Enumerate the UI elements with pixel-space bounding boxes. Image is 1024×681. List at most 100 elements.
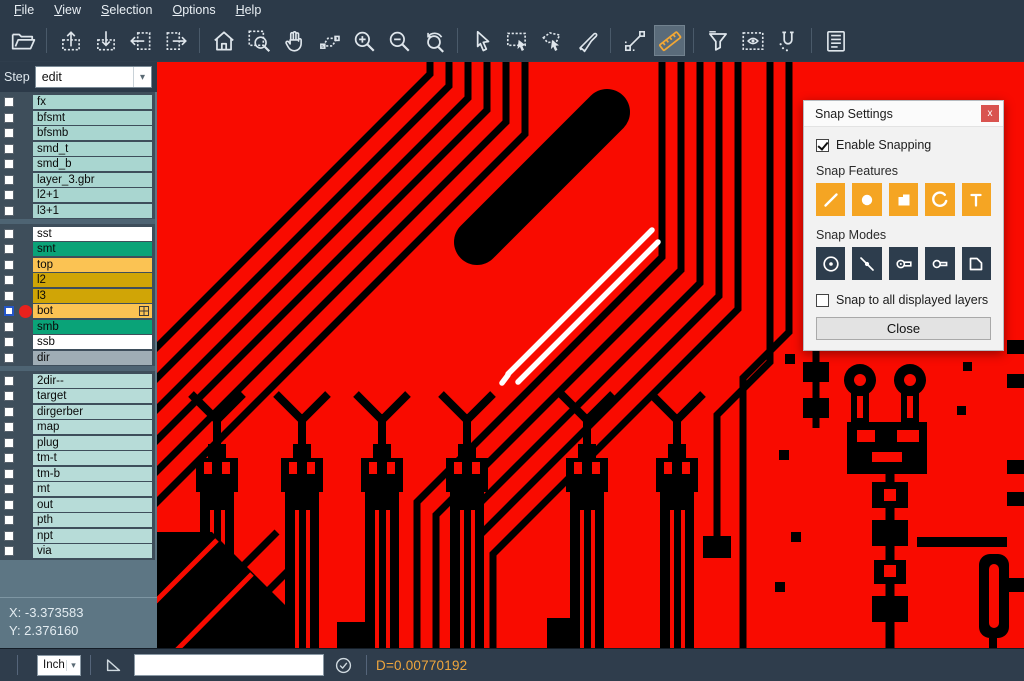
layer-visibility-checkbox[interactable] — [4, 353, 14, 363]
home-view-button[interactable] — [208, 25, 239, 56]
layer-row-pth[interactable]: pth — [0, 513, 155, 527]
layer-row-tm-b[interactable]: tm-b — [0, 467, 155, 481]
layer-visibility-checkbox[interactable] — [4, 453, 14, 463]
measure-distance-button[interactable] — [619, 25, 650, 56]
close-button[interactable]: Close — [816, 317, 991, 340]
layer-row-via[interactable]: via — [0, 544, 155, 558]
layer-visibility-checkbox[interactable] — [4, 275, 14, 285]
clean-brush-button[interactable] — [571, 25, 602, 56]
layer-visibility-checkbox[interactable] — [4, 531, 14, 541]
layer-visibility-checkbox[interactable] — [4, 337, 14, 347]
filter-button[interactable] — [702, 25, 733, 56]
pan-hand-button[interactable] — [278, 25, 309, 56]
layer-row-plug[interactable]: plug — [0, 436, 155, 450]
snap-mode-pad-outline-button[interactable] — [925, 247, 954, 280]
menu-item-view[interactable]: View — [44, 1, 91, 20]
move-polygon-button[interactable] — [313, 25, 344, 56]
dialog-title-bar[interactable]: Snap Settings x — [804, 101, 1003, 127]
layer-row-layer_3.gbr[interactable]: layer_3.gbr — [0, 173, 155, 187]
layer-visibility-checkbox[interactable] — [4, 128, 14, 138]
layer-row-smd_b[interactable]: smd_b — [0, 157, 155, 171]
snap-mode-center-button[interactable] — [816, 247, 845, 280]
layer-row-l2[interactable]: l2 — [0, 273, 155, 287]
layer-visibility-checkbox[interactable] — [4, 291, 14, 301]
zoom-window-button[interactable] — [243, 25, 274, 56]
layer-visibility-checkbox[interactable] — [4, 546, 14, 556]
report-button[interactable] — [820, 25, 851, 56]
layer-visibility-checkbox[interactable] — [4, 206, 14, 216]
select-polygon-button[interactable] — [536, 25, 567, 56]
layer-row-sst[interactable]: sst — [0, 227, 155, 241]
layer-visibility-checkbox[interactable] — [4, 407, 14, 417]
layer-visibility-checkbox[interactable] — [4, 438, 14, 448]
layer-row-ssb[interactable]: ssb — [0, 335, 155, 349]
import-right-button[interactable] — [160, 25, 191, 56]
layer-row-smb[interactable]: smb — [0, 320, 155, 334]
layer-visibility-checkbox[interactable] — [4, 515, 14, 525]
layer-row-dir[interactable]: dir — [0, 351, 155, 365]
import-bottom-button[interactable] — [90, 25, 121, 56]
import-top-button[interactable] — [55, 25, 86, 56]
layer-row-mt[interactable]: mt — [0, 482, 155, 496]
layer-visibility-checkbox[interactable] — [4, 484, 14, 494]
menu-item-help[interactable]: Help — [226, 1, 272, 20]
enable-snapping-checkbox[interactable]: Enable Snapping — [816, 138, 991, 152]
layer-row-top[interactable]: top — [0, 258, 155, 272]
layer-visibility-checkbox[interactable] — [4, 306, 14, 316]
menu-item-file[interactable]: File — [4, 1, 44, 20]
unit-select[interactable]: Inch ▾ — [37, 655, 81, 676]
layer-row-smt[interactable]: smt — [0, 242, 155, 256]
layer-row-fx[interactable]: fx — [0, 95, 155, 109]
select-rectangle-button[interactable] — [501, 25, 532, 56]
snap-mode-pad-entry-button[interactable] — [889, 247, 918, 280]
layer-row-map[interactable]: map — [0, 420, 155, 434]
snap-magnet-button[interactable] — [772, 25, 803, 56]
layer-row-l2+1[interactable]: l2+1 — [0, 188, 155, 202]
step-select[interactable]: edit ▾ — [35, 66, 152, 88]
snap-feature-line-button[interactable] — [816, 183, 845, 216]
view-region-button[interactable] — [737, 25, 768, 56]
layer-visibility-checkbox[interactable] — [4, 113, 14, 123]
snap-feature-text-button[interactable] — [962, 183, 991, 216]
layer-visibility-checkbox[interactable] — [4, 322, 14, 332]
zoom-out-button[interactable] — [383, 25, 414, 56]
layer-row-out[interactable]: out — [0, 498, 155, 512]
snap-all-layers-checkbox[interactable]: Snap to all displayed layers — [816, 293, 991, 307]
layer-row-dirgerber[interactable]: dirgerber — [0, 405, 155, 419]
snap-mode-corner-button[interactable] — [962, 247, 991, 280]
layer-visibility-checkbox[interactable] — [4, 391, 14, 401]
zoom-previous-button[interactable] — [418, 25, 449, 56]
apply-check-icon[interactable] — [334, 656, 353, 675]
layer-row-smd_t[interactable]: smd_t — [0, 142, 155, 156]
layer-row-tm-t[interactable]: tm-t — [0, 451, 155, 465]
layer-visibility-checkbox[interactable] — [4, 376, 14, 386]
measure-input[interactable] — [134, 654, 324, 676]
layer-row-2dir--[interactable]: 2dir-- — [0, 374, 155, 388]
snap-feature-arc-button[interactable] — [925, 183, 954, 216]
layer-visibility-checkbox[interactable] — [4, 244, 14, 254]
layer-visibility-checkbox[interactable] — [4, 229, 14, 239]
layer-row-target[interactable]: target — [0, 389, 155, 403]
layer-row-l3[interactable]: l3 — [0, 289, 155, 303]
angle-measure-icon[interactable] — [104, 655, 124, 675]
folder-open-button[interactable] — [7, 25, 38, 56]
layer-visibility-checkbox[interactable] — [4, 469, 14, 479]
menu-item-options[interactable]: Options — [162, 1, 225, 20]
layer-visibility-checkbox[interactable] — [4, 159, 14, 169]
snap-mode-midpoint-button[interactable] — [852, 247, 881, 280]
layer-visibility-checkbox[interactable] — [4, 500, 14, 510]
layer-visibility-checkbox[interactable] — [4, 260, 14, 270]
layer-row-bfsmt[interactable]: bfsmt — [0, 111, 155, 125]
import-left-button[interactable] — [125, 25, 156, 56]
layer-row-npt[interactable]: npt — [0, 529, 155, 543]
layer-visibility-checkbox[interactable] — [4, 190, 14, 200]
menu-item-selection[interactable]: Selection — [91, 1, 162, 20]
snap-feature-pad-button[interactable] — [852, 183, 881, 216]
layer-visibility-checkbox[interactable] — [4, 422, 14, 432]
layer-row-bot[interactable]: bot — [0, 304, 155, 318]
ruler-button[interactable] — [654, 25, 685, 56]
snap-feature-surface-button[interactable] — [889, 183, 918, 216]
layer-visibility-checkbox[interactable] — [4, 97, 14, 107]
layer-visibility-checkbox[interactable] — [4, 144, 14, 154]
zoom-in-button[interactable] — [348, 25, 379, 56]
